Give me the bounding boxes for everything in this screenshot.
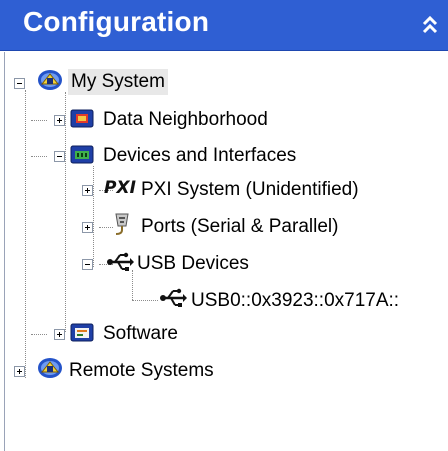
tree-item-label: USB0::0x3923::0x717A:: (191, 290, 400, 311)
usb-icon (159, 286, 187, 310)
tree-item-my-system[interactable]: My System (68, 67, 168, 97)
tree-item-devices-interfaces[interactable]: Devices and Interfaces (100, 141, 299, 171)
expand-toggle-software[interactable] (54, 329, 65, 340)
tree-line (132, 300, 158, 302)
port-connector-icon (108, 212, 136, 236)
tree-item-label: Software (103, 323, 178, 344)
panel-left-border (4, 52, 5, 451)
ni-system-icon (36, 68, 64, 92)
header-title: Configuration (23, 6, 210, 37)
collapse-toggle-usb-devices[interactable] (82, 259, 93, 270)
pxi-icon-text: PXI (104, 178, 136, 198)
data-neighborhood-icon (68, 106, 96, 130)
tree-line (25, 90, 27, 378)
collapse-toggle-devices-interfaces[interactable] (54, 151, 65, 162)
tree-item-software[interactable]: Software (100, 319, 181, 349)
tree-item-ports[interactable]: Ports (Serial & Parallel) (138, 212, 341, 242)
tree-item-usb-devices[interactable]: USB Devices (134, 249, 252, 279)
tree-line (65, 92, 67, 332)
tree-item-usb-device[interactable]: USB0::0x3923::0x717A:: (188, 286, 402, 316)
tree-item-label: Ports (Serial & Parallel) (141, 216, 339, 237)
tree-line (31, 334, 47, 336)
tree-item-data-neighborhood[interactable]: Data Neighborhood (100, 105, 271, 135)
pxi-icon: PXI (104, 176, 138, 200)
tree-item-remote-systems[interactable]: Remote Systems (66, 356, 217, 386)
tree-item-label: USB Devices (137, 253, 249, 274)
ni-system-icon (36, 356, 64, 380)
tree-item-label: Remote Systems (69, 360, 214, 381)
expand-toggle-data-neighborhood[interactable] (54, 115, 65, 126)
tree-line (31, 156, 47, 158)
tree-line (93, 166, 95, 267)
tree-line (31, 120, 47, 122)
expand-toggle-ports[interactable] (82, 222, 93, 233)
software-icon (68, 320, 96, 344)
expand-toggle-remote-systems[interactable] (14, 366, 25, 377)
collapse-toggle-my-system[interactable] (14, 78, 25, 89)
tree-item-label: Data Neighborhood (103, 109, 268, 130)
expand-toggle-pxi-system[interactable] (82, 185, 93, 196)
tree-item-label: My System (68, 69, 168, 95)
double-chevron-up-icon[interactable] (418, 13, 442, 37)
usb-icon (106, 250, 134, 274)
tree-item-pxi-system[interactable]: PXI System (Unidentified) (138, 175, 362, 205)
devices-interfaces-icon (68, 142, 96, 166)
configuration-header: Configuration (0, 0, 448, 51)
tree-item-label: PXI System (Unidentified) (141, 179, 359, 200)
tree-item-label: Devices and Interfaces (103, 145, 297, 166)
